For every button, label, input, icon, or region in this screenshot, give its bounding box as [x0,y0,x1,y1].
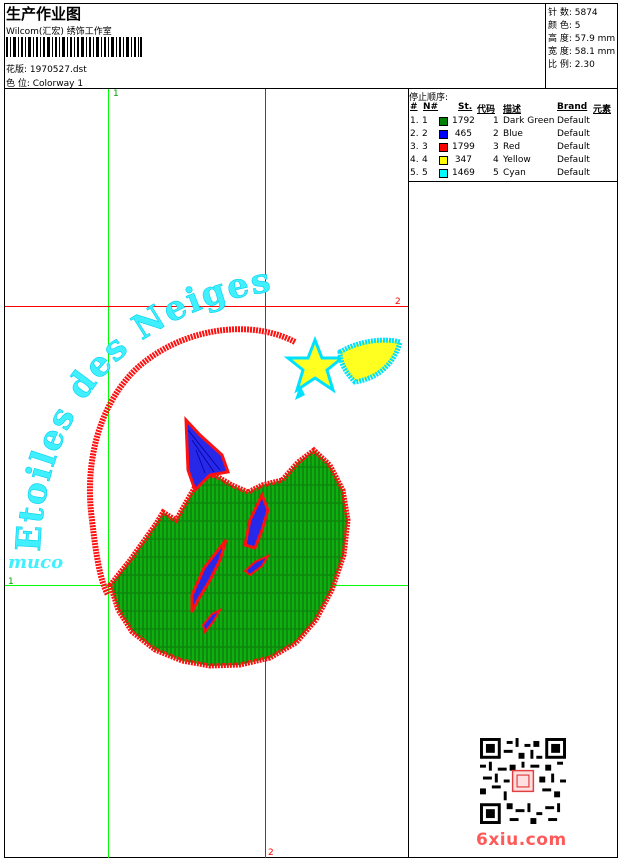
watermark-site: 6xiu.com [476,830,567,850]
green-hill-fill [110,450,348,666]
qr-code [480,738,566,824]
small-text: muco [8,552,63,573]
embroidery-design: Etoiles des Neiges muco [8,260,404,669]
yellow-star [283,335,347,394]
cyan-comet-tail [337,337,404,385]
